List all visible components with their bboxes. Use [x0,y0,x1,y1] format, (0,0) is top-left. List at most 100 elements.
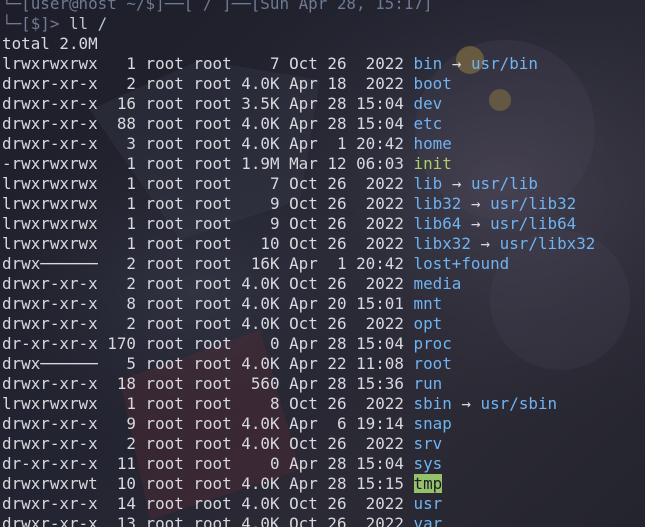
group: root [193,274,232,293]
day: 22 [327,354,347,373]
file-name[interactable]: lib64 [414,214,462,233]
file-size: 4.0K [241,494,280,513]
month: Oct [289,394,318,413]
file-size: 16K [241,254,280,273]
link-count: 1 [107,174,136,193]
file-name[interactable]: media [414,274,462,293]
time: 2022 [356,174,404,193]
month: Apr [289,354,318,373]
file-entry-row: drwxr-xr-x 2 root root 4.0K Apr 18 2022 … [2,74,645,94]
file-name[interactable]: tmp [413,474,443,493]
prompt-symbol: └─[$]> [2,14,60,33]
owner: root [145,54,184,73]
group: root [193,54,232,73]
link-count: 14 [107,494,136,513]
link-count: 2 [107,254,136,273]
group: root [193,214,232,233]
group: root [193,94,232,113]
group: root [193,414,232,433]
file-name[interactable]: init [414,154,452,173]
permissions: drwxr-xr-x [2,94,98,113]
file-name[interactable]: snap [414,414,452,433]
time: 2022 [356,314,404,333]
file-name[interactable]: etc [414,114,443,133]
permissions: lrwxrwxrwx [2,54,98,73]
file-name[interactable]: sys [414,454,443,473]
owner: root [145,154,184,173]
owner: root [145,294,184,313]
owner: root [145,374,184,393]
file-entry-row: lrwxrwxrwx 1 root root 8 Oct 26 2022 sbi… [2,394,645,414]
owner: root [145,94,184,113]
file-entry-row: dr-xr-xr-x 170 root root 0 Apr 28 15:04 … [2,334,645,354]
symlink-target[interactable]: usr/lib64 [490,214,576,233]
file-name[interactable]: lib32 [414,194,462,213]
symlink-target[interactable]: usr/lib [471,174,538,193]
owner: root [145,474,184,493]
month: Oct [289,494,318,513]
permissions: drwxr-xr-x [2,434,98,453]
link-count: 1 [107,394,136,413]
owner: root [145,354,184,373]
file-name[interactable]: dev [414,94,443,113]
prompt-line: └─[$]> ll / [2,14,645,34]
owner: root [145,114,184,133]
month: Oct [289,214,318,233]
permissions: drwx────── [2,354,98,373]
permissions: lrwxrwxrwx [2,174,98,193]
prompt-header: └─[user@host ~/$]──[ / ]──[Sun Apr 28, 1… [2,0,433,13]
symlink-target[interactable]: usr/lib32 [490,194,576,213]
time: 20:42 [356,134,404,153]
permissions: drwxr-xr-x [2,414,98,433]
owner: root [145,74,184,93]
file-size: 4.0K [241,354,280,373]
group: root [193,354,232,373]
file-size: 4.0K [241,294,280,313]
group: root [193,474,232,493]
file-name[interactable]: srv [414,434,443,453]
permissions: drwxr-xr-x [2,134,98,153]
month: Apr [289,374,318,393]
group: root [193,194,232,213]
month: Apr [289,474,318,493]
file-size: 4.0K [241,414,280,433]
symlink-target[interactable]: usr/bin [471,54,538,73]
file-name[interactable]: root [414,354,452,373]
day: 26 [327,434,347,453]
symlink-target[interactable]: usr/libx32 [500,234,596,253]
file-name[interactable]: mnt [414,294,443,313]
file-name[interactable]: usr [414,494,443,513]
file-name[interactable]: lost+found [414,254,510,273]
file-name[interactable]: bin [414,54,443,73]
file-entry-row: dr-xr-xr-x 11 root root 0 Apr 28 15:04 s… [2,454,645,474]
group: root [193,234,232,253]
file-name[interactable]: var [414,514,443,527]
file-name[interactable]: libx32 [414,234,471,253]
file-name[interactable]: sbin [414,394,452,413]
file-name[interactable]: run [414,374,443,393]
group: root [193,394,232,413]
time: 2022 [356,54,404,73]
file-size: 4.0K [241,74,280,93]
file-size: 0 [241,454,280,473]
file-entry-row: lrwxrwxrwx 1 root root 10 Oct 26 2022 li… [2,234,645,254]
link-count: 11 [107,454,136,473]
file-size: 9 [241,214,280,233]
file-name[interactable]: opt [414,314,443,333]
day: 1 [327,254,347,273]
time: 2022 [356,74,404,93]
day: 26 [327,314,347,333]
permissions: lrwxrwxrwx [2,214,98,233]
terminal-window[interactable]: └─[user@host ~/$]──[ / ]──[Sun Apr 28, 1… [0,0,645,527]
file-name[interactable]: home [414,134,452,153]
symlink-target[interactable]: usr/sbin [481,394,558,413]
file-name[interactable]: boot [414,74,452,93]
file-name[interactable]: lib [414,174,443,193]
group: root [193,454,232,473]
file-entry-row: drwxrwxrwt 10 root root 4.0K Apr 28 15:1… [2,474,645,494]
file-name[interactable]: proc [414,334,452,353]
file-entry-row: drwxr-xr-x 14 root root 4.0K Oct 26 2022… [2,494,645,514]
month: Oct [289,314,318,333]
day: 26 [327,494,347,513]
month: Oct [289,194,318,213]
